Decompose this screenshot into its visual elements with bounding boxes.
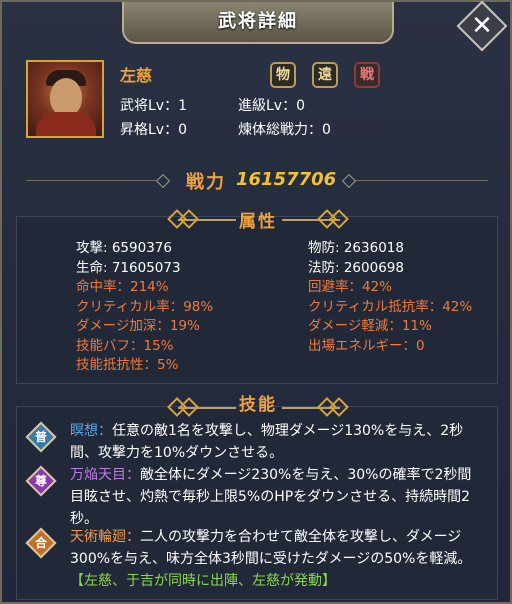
power-divider-left bbox=[26, 180, 156, 181]
attribute-right-2: 回避率：42% bbox=[308, 279, 393, 295]
power-divider-right bbox=[354, 180, 488, 181]
attribute-right-1: 法防: 2600698 bbox=[308, 259, 404, 276]
close-icon: ✕ bbox=[471, 11, 493, 41]
skill-condition: 【左慈、于吉が同時に出陣、左慈が発動】 bbox=[70, 573, 336, 589]
attribute-right-4: ダメージ軽減：11% bbox=[308, 318, 432, 334]
skill-icon-label: 普 bbox=[34, 430, 47, 444]
attribute-left-3: クリティカル率：98% bbox=[76, 298, 214, 315]
portrait-face bbox=[50, 78, 82, 116]
skill-desc: 任意の敵1名を攻撃し、物理ダメージ130%を与え、2秒間、攻撃力を10%ダウンさ… bbox=[70, 423, 464, 461]
skill-icon-label: 合 bbox=[34, 536, 47, 550]
warrior-badge-icon[interactable]: 戦 bbox=[354, 62, 380, 88]
portrait-armor bbox=[36, 112, 96, 136]
refine-total-power: 煉体総戦力：0 bbox=[238, 122, 331, 138]
skill-name: 万焔天目： bbox=[70, 467, 140, 483]
power-value: 16157706 bbox=[236, 169, 337, 190]
skill-description-2: 天術輪廻：二人の攻撃力を合わせて敵全体を攻撃し、ダメージ300%を与え、味方全体… bbox=[70, 526, 480, 592]
power-label: 戦力 bbox=[186, 172, 226, 193]
general-detail-panel: 武将詳細 ✕ 左慈 物 遠 戦 武将Lv：1 昇格Lv：0 進級Lv：0 煉体総… bbox=[0, 0, 512, 604]
title-bar: 武将詳細 bbox=[122, 2, 394, 44]
advance-level: 進級Lv：0 bbox=[238, 98, 305, 114]
attribute-right-5: 出場エネルギー：0 bbox=[308, 337, 425, 354]
power-diamond-left bbox=[155, 173, 171, 189]
attributes-title: 属性 bbox=[239, 212, 277, 232]
skill-description-0: 瞑想：任意の敵1名を攻撃し、物理ダメージ130%を与え、2秒間、攻撃力を10%ダ… bbox=[70, 420, 480, 464]
general-name: 左慈 bbox=[120, 66, 153, 85]
skill-icon-label: 尊 bbox=[34, 474, 47, 488]
skill-name: 瞑想： bbox=[70, 423, 112, 439]
promotion-level: 昇格Lv：0 bbox=[120, 122, 187, 138]
attribute-left-5: 技能バフ：15% bbox=[76, 337, 174, 354]
attribute-left-6: 技能抵抗性：5% bbox=[76, 357, 179, 373]
physical-badge-icon[interactable]: 物 bbox=[270, 62, 296, 88]
skills-title: 技能 bbox=[239, 395, 277, 415]
attribute-right-3: クリティカル抵抗率：42% bbox=[308, 298, 473, 315]
attribute-left-0: 攻撃: 6590376 bbox=[76, 240, 172, 256]
ranged-badge-icon[interactable]: 遠 bbox=[312, 62, 338, 88]
attribute-left-1: 生命: 71605073 bbox=[76, 259, 181, 276]
attribute-left-2: 命中率：214% bbox=[76, 279, 169, 295]
power-diamond-right bbox=[341, 173, 357, 189]
skill-description-1: 万焔天目：敵全体にダメージ230%を与え、30%の確率で2秒間目眩させ、灼熱で毎… bbox=[70, 464, 480, 530]
general-level: 武将Lv：1 bbox=[120, 98, 187, 114]
general-portrait[interactable] bbox=[26, 60, 104, 138]
attribute-right-0: 物防: 2636018 bbox=[308, 240, 404, 256]
skill-name: 天術輪廻： bbox=[70, 529, 140, 545]
close-button[interactable]: ✕ bbox=[456, 0, 508, 52]
window-title: 武将詳細 bbox=[218, 11, 298, 32]
attribute-left-4: ダメージ加深：19% bbox=[76, 318, 200, 334]
